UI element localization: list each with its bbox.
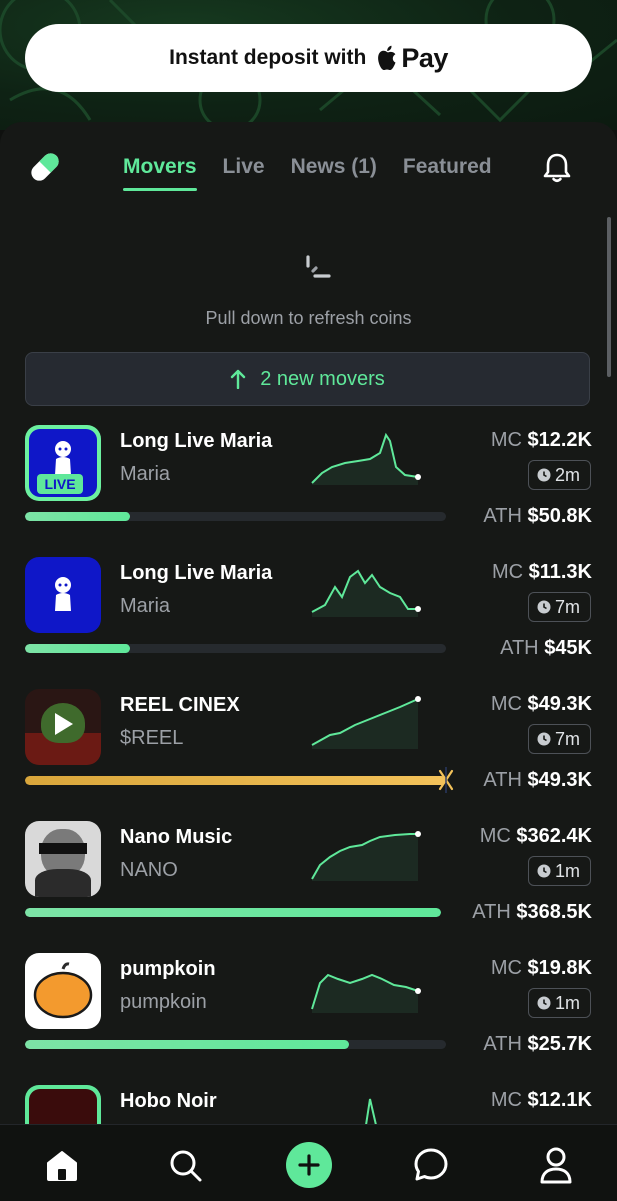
coin-row[interactable]: Hobo Noir MC $12.1K — [0, 1085, 617, 1124]
clock-icon — [537, 864, 551, 878]
clock-icon — [537, 732, 551, 746]
new-movers-label: 2 new movers — [260, 367, 385, 390]
all-time-high: ATH $25.7K — [483, 1033, 592, 1055]
coin-ticker: NANO — [120, 859, 178, 881]
coin-name: pumpkoin — [120, 958, 216, 980]
apple-pay-deposit-button[interactable]: Instant deposit with Pay — [25, 24, 592, 92]
new-movers-button[interactable]: 2 new movers — [25, 352, 590, 406]
all-time-high: ATH $368.5K — [472, 901, 592, 923]
clock-icon — [537, 468, 551, 482]
age-badge: 1m — [527, 988, 591, 1018]
coin-avatar — [25, 689, 101, 765]
age-badge: 2m — [527, 460, 591, 490]
clock-icon — [537, 996, 551, 1010]
progress-fill — [25, 512, 131, 521]
progress-fill — [25, 1040, 350, 1049]
tab-news[interactable]: News (1) — [291, 155, 377, 179]
tab-live[interactable]: Live — [223, 155, 265, 179]
create-coin-button[interactable] — [286, 1142, 332, 1188]
price-sparkline — [311, 831, 421, 881]
coin-avatar — [25, 821, 101, 897]
age-badge: 7m — [527, 724, 591, 754]
coin-name: Hobo Noir — [120, 1090, 217, 1112]
market-cap: MC $19.8K — [490, 957, 592, 979]
progress-fill — [25, 776, 446, 785]
coin-name: Long Live Maria — [120, 562, 273, 584]
search-icon[interactable] — [165, 1145, 205, 1185]
age-badge: 7m — [527, 592, 591, 622]
clock-icon — [537, 600, 551, 614]
coin-row[interactable]: LIVE Long Live Maria Maria MC $12.2K 2m … — [0, 425, 617, 557]
age-badge: 1m — [527, 856, 591, 886]
progress-bar — [25, 1040, 446, 1049]
coin-name: Long Live Maria — [120, 430, 273, 452]
profile-icon[interactable] — [536, 1145, 576, 1185]
coin-ticker: Maria — [120, 463, 171, 485]
sparkle-icon — [424, 767, 454, 793]
chat-icon[interactable] — [411, 1145, 451, 1185]
all-time-high: ATH $50.8K — [483, 505, 592, 527]
bell-icon[interactable] — [540, 151, 574, 185]
live-badge: LIVE — [37, 474, 83, 494]
coin-avatar: LIVE — [25, 425, 101, 501]
coin-row[interactable]: Nano Music NANO MC $362.4K 1m ATH $368.5… — [0, 821, 617, 953]
market-cap: MC $12.2K — [490, 429, 592, 451]
tab-featured[interactable]: Featured — [403, 155, 492, 179]
progress-fill — [25, 908, 441, 917]
market-cap: MC $11.3K — [491, 561, 592, 583]
tab-bar: Movers Live News (1) Featured — [123, 155, 518, 191]
coin-row[interactable]: Long Live Maria Maria MC $11.3K 7m ATH $… — [0, 557, 617, 689]
home-icon[interactable] — [42, 1145, 82, 1185]
progress-bar — [25, 512, 446, 521]
coin-name: REEL CINEX — [120, 694, 240, 716]
tab-movers[interactable]: Movers — [123, 155, 197, 191]
market-cap: MC $12.1K — [490, 1089, 592, 1111]
progress-bar — [25, 776, 446, 785]
coin-name: Nano Music — [120, 826, 233, 848]
coin-avatar — [25, 557, 101, 633]
coin-ticker: Maria — [120, 595, 171, 617]
refresh-hint: Pull down to refresh coins — [205, 308, 412, 328]
progress-bar — [25, 908, 441, 917]
price-sparkline — [311, 973, 421, 1013]
refresh-spinner-icon — [302, 254, 332, 280]
coin-avatar — [25, 1085, 101, 1124]
price-sparkline — [311, 432, 421, 485]
coin-row[interactable]: pumpkoin pumpkoin MC $19.8K 1m ATH $25.7… — [0, 953, 617, 1085]
coin-ticker: $REEL — [120, 727, 184, 749]
market-cap: MC $49.3K — [490, 693, 592, 715]
deposit-label: Instant deposit with — [169, 46, 367, 69]
price-sparkline — [365, 1098, 377, 1124]
bottom-nav — [0, 1124, 617, 1201]
coin-row[interactable]: REEL CINEX $REEL MC $49.3K 7m ATH $49.3K — [0, 689, 617, 821]
all-time-high: ATH $45K — [500, 637, 592, 659]
progress-fill — [25, 644, 131, 653]
all-time-high: ATH $49.3K — [483, 769, 592, 791]
arrow-up-icon — [230, 369, 246, 389]
price-sparkline — [311, 696, 421, 749]
coin-avatar — [25, 953, 101, 1029]
coin-ticker: pumpkoin — [120, 991, 207, 1013]
progress-bar — [25, 644, 446, 653]
price-sparkline — [311, 569, 421, 617]
scrollbar[interactable] — [607, 217, 611, 377]
plus-icon — [298, 1154, 320, 1176]
pay-label: Pay — [401, 42, 448, 73]
market-cap: MC $362.4K — [479, 825, 592, 847]
pill-icon[interactable] — [26, 148, 64, 186]
apple-icon — [376, 45, 398, 71]
